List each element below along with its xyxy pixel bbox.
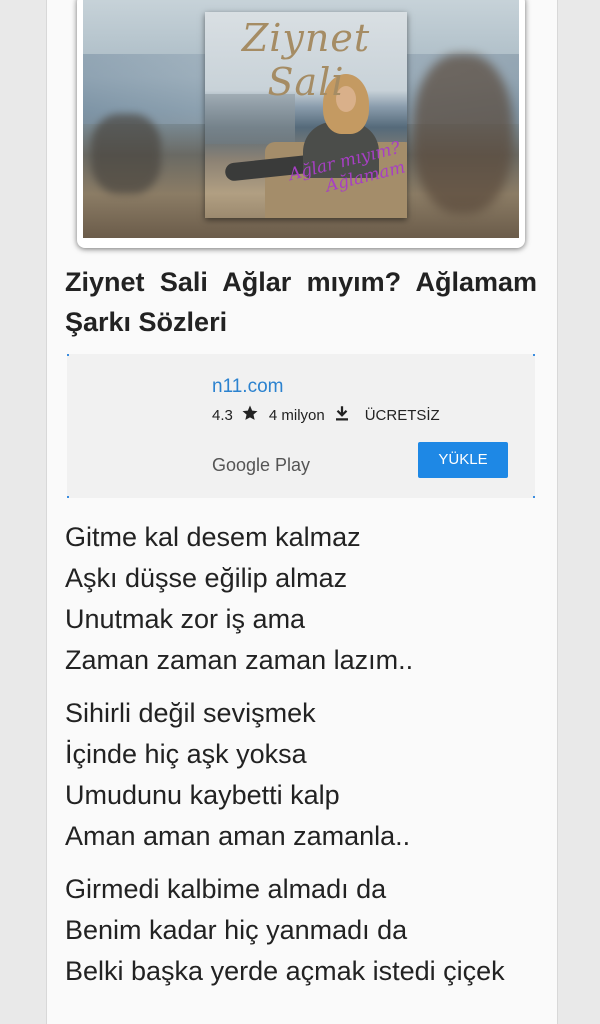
ad-downloads: 4 milyon (268, 406, 325, 424)
lyric-line: Benim kadar hiç yanmadı da (65, 915, 408, 945)
ad-price: ÜCRETSİZ (364, 406, 440, 424)
ad-site-link[interactable]: n11.com (212, 376, 283, 398)
ad-rating: 4.3 (212, 406, 233, 424)
lyric-line: Sihirli değil sevişmek (65, 698, 316, 728)
lyric-line: Unutmak zor iş ama (65, 604, 306, 634)
lyrics: Gitme kal desem kalmaz Aşkı düşse eğilip… (65, 517, 537, 1004)
lyric-line: Zaman zaman zaman lazım.. (65, 645, 414, 675)
lyric-line: Girmedi kalbime almadı da (65, 874, 387, 904)
album-cover-image: Ziynet Sali Ağlar mıyım? Ağlamam (77, 0, 525, 248)
star-icon (241, 404, 259, 426)
ad-corner (533, 354, 535, 356)
ad-meta: 4.3 4 milyon ÜCRETSİZ (212, 404, 440, 426)
ad-corner (67, 496, 69, 498)
store-name: Google Play (212, 455, 311, 475)
lyrics-stanza: Girmedi kalbime almadı da Benim kadar hi… (65, 869, 537, 992)
ad-corner (67, 354, 69, 356)
lyric-line: Belki başka yerde açmak istedi çiçek (65, 956, 505, 986)
lyrics-stanza: Gitme kal desem kalmaz Aşkı düşse eğilip… (65, 517, 537, 681)
lyrics-stanza: Sihirli değil sevişmek İçinde hiç aşk yo… (65, 693, 537, 857)
cover-blur-left (91, 114, 161, 194)
cover-background: Ziynet Sali Ağlar mıyım? Ağlamam (83, 0, 519, 238)
cover-blur-right (413, 54, 513, 214)
lyric-line: İçinde hiç aşk yoksa (65, 739, 307, 769)
lyric-line: Aşkı düşse eğilip almaz (65, 563, 348, 593)
install-button[interactable]: YÜKLE (418, 442, 508, 478)
page-title: Ziynet Sali Ağlar mıyım? Ağlamam Şarkı S… (65, 267, 537, 337)
lyric-line: Aman aman aman zamanla.. (65, 821, 411, 851)
article-page: Ziynet Sali Ağlar mıyım? Ağlamam Ziynet … (46, 0, 558, 1024)
ad-corner (533, 496, 535, 498)
lyric-line: Umudunu kaybetti kalp (65, 780, 340, 810)
app-install-ad[interactable]: n11.com 4.3 4 milyon ÜCRETSİZ Google Pla… (67, 354, 535, 498)
download-icon (333, 404, 351, 426)
lyric-line: Gitme kal desem kalmaz (65, 522, 361, 552)
album-artist-script: Ziynet Sali (241, 16, 371, 104)
album-art: Ziynet Sali Ağlar mıyım? Ağlamam (205, 12, 407, 218)
